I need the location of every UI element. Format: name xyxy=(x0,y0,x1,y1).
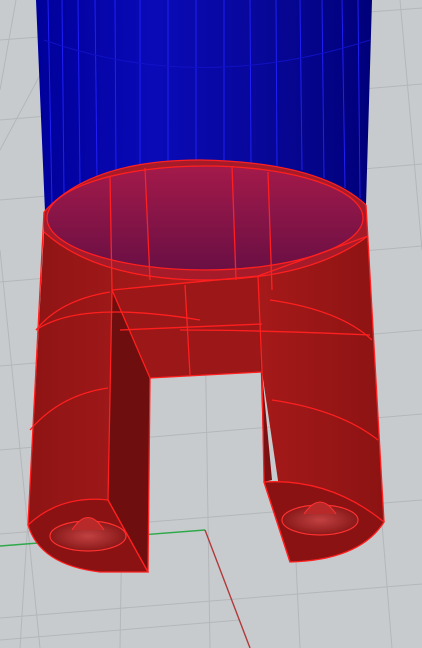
viewport-canvas[interactable] xyxy=(0,0,422,648)
x-axis-line xyxy=(204,529,251,648)
clip-base[interactable] xyxy=(27,159,385,573)
3d-viewport[interactable] xyxy=(0,0,422,648)
